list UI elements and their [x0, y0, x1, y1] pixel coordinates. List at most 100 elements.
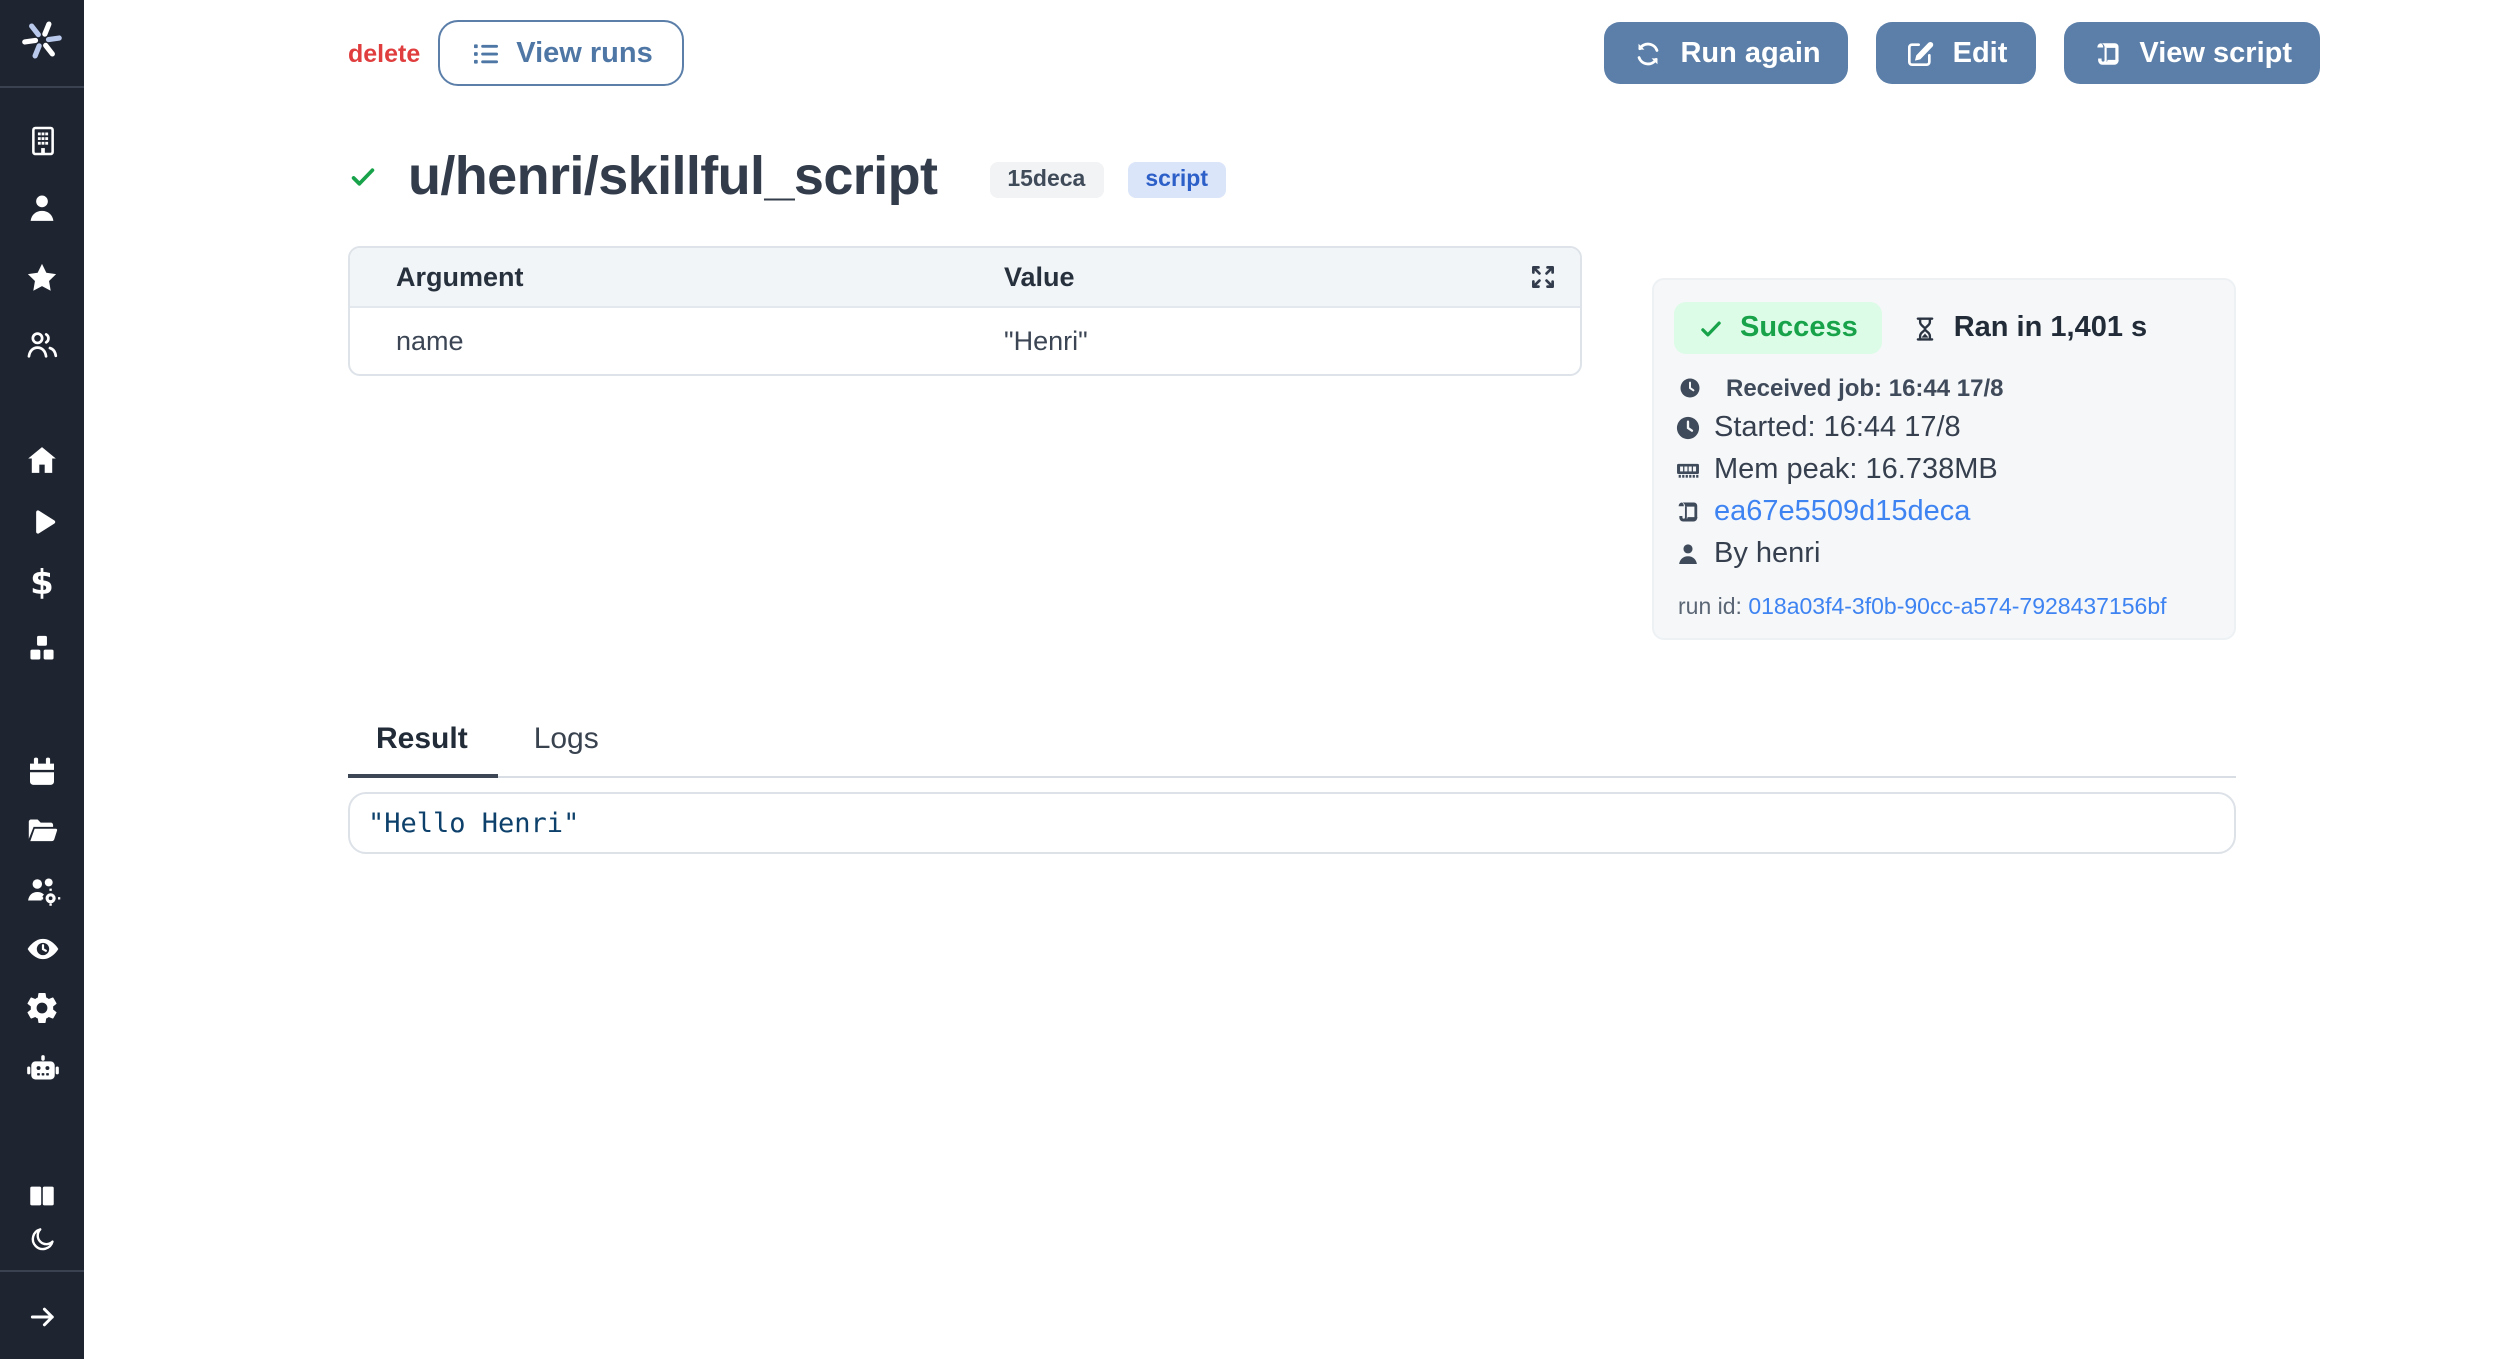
run-detail-page: $ [0, 0, 2500, 1359]
sidebar-item-runs[interactable] [0, 498, 84, 546]
run-again-label: Run again [1680, 37, 1820, 69]
result-viewer: "Hello Henri" [348, 792, 2236, 854]
sidebar-item-home[interactable] [0, 436, 84, 484]
success-check-icon [348, 161, 378, 191]
eye-icon [23, 929, 61, 967]
sidebar-item-folders[interactable] [0, 806, 84, 854]
dollar-icon: $ [30, 567, 54, 601]
edit-button[interactable]: Edit [1877, 22, 2036, 84]
sidebar-item-docs[interactable] [0, 1172, 84, 1220]
title-row: u/henri/skillful_script 15deca script [348, 140, 2320, 212]
view-runs-label: View runs [516, 37, 652, 69]
column-argument: Argument [350, 262, 1004, 292]
argument-name: name [350, 326, 1004, 356]
user-icon [24, 190, 60, 226]
calendar-icon [24, 754, 60, 790]
book-open-icon [26, 1180, 58, 1212]
script-hash-row: ea67e5509d15deca [1674, 490, 2210, 532]
sidebar-item-audit-logs[interactable] [0, 924, 84, 972]
user-icon [1674, 539, 1702, 567]
cubes-icon [24, 630, 60, 666]
sidebar-item-groups[interactable] [0, 320, 84, 368]
primary-actions: Run again Edit [1604, 22, 2320, 84]
windmill-logo-icon [16, 14, 68, 66]
status-row: Success Ran in 1,401 s [1674, 302, 2210, 354]
result-tabs: Result Logs [348, 722, 2236, 778]
table-row: name "Henri" [350, 308, 1580, 374]
sidebar-item-user[interactable] [0, 184, 84, 232]
users-icon [24, 326, 60, 362]
sidebar-item-resources[interactable] [0, 624, 84, 672]
by-label: By henri [1714, 537, 1820, 569]
sidebar-item-schedules[interactable] [0, 748, 84, 796]
hash-badge[interactable]: 15deca [989, 162, 1103, 198]
sidebar-expand-button[interactable] [0, 1292, 84, 1340]
sidebar-item-ai-assistant[interactable] [0, 1044, 84, 1092]
view-runs-button[interactable]: View runs [438, 20, 684, 86]
mem-peak-row: Mem peak: 16.738MB [1674, 448, 2210, 490]
clock-icon [1674, 413, 1702, 441]
play-icon [24, 504, 60, 540]
run-id-row: run id: 018a03f4-3f0b-90cc-a574-79284371… [1678, 596, 2210, 620]
sidebar: $ [0, 0, 84, 1359]
folder-open-icon [24, 812, 60, 848]
arrow-right-icon [25, 1299, 59, 1333]
status-badge: Success [1674, 302, 1882, 354]
sidebar-item-settings[interactable] [0, 984, 84, 1032]
started-label: Started: 16:44 17/8 [1714, 411, 1961, 443]
scroll-icon [1674, 497, 1702, 525]
check-icon [1698, 315, 1724, 341]
memory-chip-icon [1674, 455, 1702, 483]
edit-pencil-icon [1905, 37, 1937, 69]
edit-label: Edit [1953, 37, 2008, 69]
run-status-panel: Success Ran in 1,401 s [1652, 278, 2236, 640]
result-value: "Hello Henri" [368, 807, 579, 839]
star-icon [24, 260, 60, 296]
list-icon [470, 37, 502, 69]
hourglass-icon [1910, 313, 1940, 343]
sidebar-item-workspace[interactable] [0, 116, 84, 164]
robot-icon [23, 1049, 61, 1087]
script-hash-link[interactable]: ea67e5509d15deca [1714, 495, 1970, 527]
tab-result[interactable]: Result [348, 722, 498, 778]
mem-peak-label: Mem peak: 16.738MB [1714, 453, 1998, 485]
expand-arrows-icon [1526, 260, 1560, 294]
received-label: Received job: 16:44 17/8 [1726, 374, 2004, 402]
home-icon [24, 442, 60, 478]
gear-icon [24, 990, 60, 1026]
expand-button[interactable] [1526, 260, 1560, 294]
run-id-link[interactable]: 018a03f4-3f0b-90cc-a574-7928437156bf [1748, 596, 2166, 620]
duration-label: Ran in 1,401 s [1954, 312, 2147, 344]
view-script-button[interactable]: View script [2063, 22, 2320, 84]
received-row: Received job: 16:44 17/8 [1678, 374, 2210, 402]
sidebar-item-variables[interactable]: $ [0, 560, 84, 608]
tab-logs[interactable]: Logs [506, 722, 629, 778]
duration: Ran in 1,401 s [1910, 312, 2147, 344]
kind-badge: script [1127, 162, 1226, 198]
arguments-table: Argument Value name "Henri" [348, 246, 1582, 376]
windmill-logo-icon[interactable] [0, 12, 84, 68]
run-again-button[interactable]: Run again [1604, 22, 1848, 84]
column-value: Value [1004, 262, 1526, 292]
sidebar-item-workers[interactable] [0, 866, 84, 914]
run-id-label: run id: [1678, 596, 1742, 620]
arguments-table-header: Argument Value [350, 248, 1580, 308]
delete-button[interactable]: delete [348, 39, 420, 67]
clock-icon [1678, 376, 1702, 400]
users-gear-icon [23, 871, 61, 909]
sidebar-item-favorites[interactable] [0, 254, 84, 302]
scroll-icon [2091, 37, 2123, 69]
building-icon [25, 123, 59, 157]
page-title: u/henri/skillful_script [408, 145, 937, 207]
view-script-label: View script [2139, 37, 2292, 69]
started-row: Started: 16:44 17/8 [1674, 406, 2210, 448]
argument-value: "Henri" [1004, 326, 1580, 356]
action-bar: delete View runs [348, 20, 2320, 86]
status-label: Success [1740, 312, 1858, 344]
sidebar-divider [0, 1270, 84, 1272]
sidebar-item-theme-toggle[interactable] [0, 1214, 84, 1262]
moon-icon [27, 1223, 57, 1253]
main-content: delete View runs [84, 0, 2500, 1359]
by-row: By henri [1674, 532, 2210, 574]
refresh-icon [1632, 37, 1664, 69]
